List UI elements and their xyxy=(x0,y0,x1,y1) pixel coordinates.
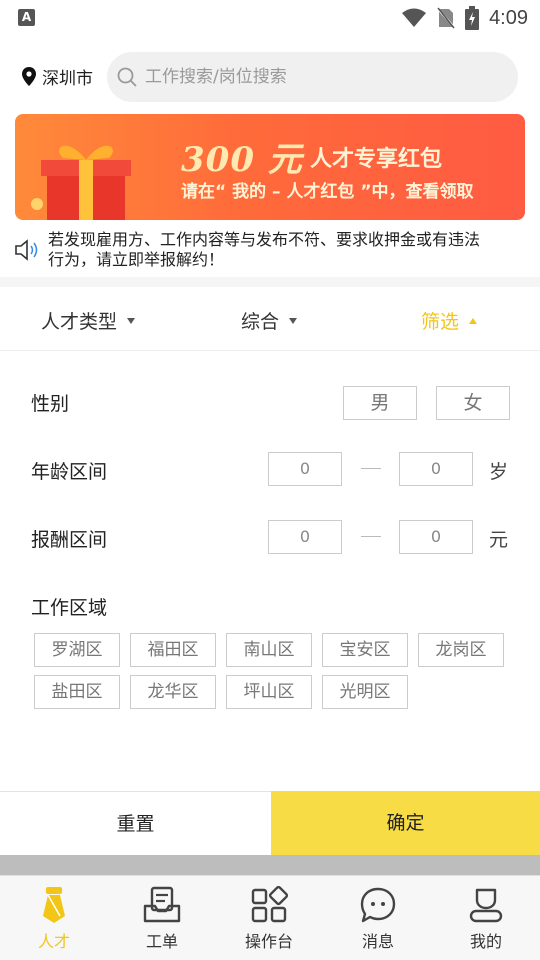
report-notice: 若发现雇用方、工作内容等与发布不符、要求收押金或有违法 行为，请立即举报解约！ xyxy=(14,230,526,270)
header: 深圳市 xyxy=(0,52,540,102)
tab-label: 综合 xyxy=(241,311,280,333)
speaker-icon xyxy=(15,239,38,261)
chat-bubble-icon xyxy=(360,887,396,923)
section-divider xyxy=(0,277,540,287)
notice-text: 若发现雇用方、工作内容等与发布不符、要求收押金或有违法 行为，请立即举报解约！ xyxy=(48,230,480,270)
pay-min-input[interactable]: 0 xyxy=(268,520,342,554)
reset-button[interactable]: 重置 xyxy=(0,791,271,855)
nav-item-work-order[interactable]: 工单 xyxy=(122,886,202,952)
age-min-input[interactable]: 0 xyxy=(268,452,342,486)
grid-icon xyxy=(251,886,288,923)
bottom-nav: 人才 工单 操作台 消息 我的 xyxy=(0,875,540,960)
battery-charging-icon xyxy=(465,6,480,30)
pay-range-label: 报酬区间 xyxy=(31,529,108,551)
city-selector[interactable]: 深圳市 xyxy=(22,64,93,89)
search-icon xyxy=(117,67,137,87)
no-sim-icon xyxy=(437,7,456,29)
document-tray-icon xyxy=(143,886,181,923)
pay-unit: 元 xyxy=(489,529,509,551)
nav-item-console[interactable]: 操作台 xyxy=(229,886,309,952)
user-icon xyxy=(469,888,503,923)
filter-tabs: 人才类型 综合 筛选 xyxy=(0,287,540,351)
confirm-button[interactable]: 确定 xyxy=(271,791,540,855)
nav-label: 操作台 xyxy=(244,932,293,951)
area-chip-nanshan[interactable]: 南山区 xyxy=(226,633,312,667)
age-max-input[interactable]: 0 xyxy=(399,452,473,486)
age-unit: 岁 xyxy=(489,461,509,483)
tab-label: 人才类型 xyxy=(41,311,118,333)
tab-label: 筛选 xyxy=(421,311,460,333)
system-icons: 4:09 xyxy=(401,4,528,32)
area-chip-luohu[interactable]: 罗湖区 xyxy=(34,633,120,667)
location-pin-icon xyxy=(22,67,36,86)
area-chip-baoan[interactable]: 宝安区 xyxy=(322,633,408,667)
search-box[interactable] xyxy=(107,52,518,102)
area-chip-longgang[interactable]: 龙岗区 xyxy=(418,633,504,667)
wifi-icon xyxy=(402,8,427,27)
nav-item-messages[interactable]: 消息 xyxy=(338,886,418,952)
gender-option-male[interactable]: 男 xyxy=(343,386,417,420)
city-label: 深圳市 xyxy=(42,69,93,89)
promo-banner[interactable]: 300 元 人才专享红包 请在“ 我的 – 人才红包 ”中，查看领取 xyxy=(15,114,525,220)
banner-subtitle: 请在“ 我的 – 人才红包 ”中，查看领取 xyxy=(181,182,474,202)
notice-line-2: 行为，请立即举报解约！ xyxy=(48,250,225,269)
notice-line-1: 若发现雇用方、工作内容等与发布不符、要求收押金或有违法 xyxy=(48,230,481,249)
area-chip-yantian[interactable]: 盐田区 xyxy=(34,675,120,709)
clock: 4:09 xyxy=(489,6,528,29)
banner-amount: 300 元 xyxy=(181,140,303,180)
area-chip-guangming[interactable]: 光明区 xyxy=(322,675,408,709)
work-area-label: 工作区域 xyxy=(31,597,108,619)
tie-icon xyxy=(43,887,65,923)
overlay-mask xyxy=(0,855,540,875)
tab-talent-type[interactable]: 人才类型 xyxy=(41,307,136,334)
app-notification-icon: A xyxy=(18,9,35,26)
gift-box-icon xyxy=(31,145,131,220)
search-input[interactable] xyxy=(145,67,485,87)
gender-option-female[interactable]: 女 xyxy=(436,386,510,420)
caret-down-icon xyxy=(289,317,298,324)
caret-up-icon xyxy=(469,317,478,324)
nav-label: 消息 xyxy=(361,932,394,951)
area-chip-pingshan[interactable]: 坪山区 xyxy=(226,675,312,709)
nav-label: 工单 xyxy=(145,932,178,951)
nav-label: 我的 xyxy=(469,932,502,951)
range-dash xyxy=(361,536,381,537)
area-chip-futian[interactable]: 福田区 xyxy=(130,633,216,667)
area-chip-longhua[interactable]: 龙华区 xyxy=(130,675,216,709)
gender-label: 性别 xyxy=(31,393,70,415)
range-dash xyxy=(361,468,381,469)
tab-comprehensive[interactable]: 综合 xyxy=(241,307,298,334)
caret-down-icon xyxy=(127,317,136,324)
tab-filter[interactable]: 筛选 xyxy=(421,307,478,334)
nav-item-mine[interactable]: 我的 xyxy=(446,886,526,952)
status-bar: A 4:09 xyxy=(0,0,540,36)
age-range-label: 年龄区间 xyxy=(31,461,108,483)
banner-title: 人才专享红包 xyxy=(310,147,443,172)
nav-label: 人才 xyxy=(37,932,70,951)
nav-item-talent[interactable]: 人才 xyxy=(14,886,94,952)
pay-max-input[interactable]: 0 xyxy=(399,520,473,554)
